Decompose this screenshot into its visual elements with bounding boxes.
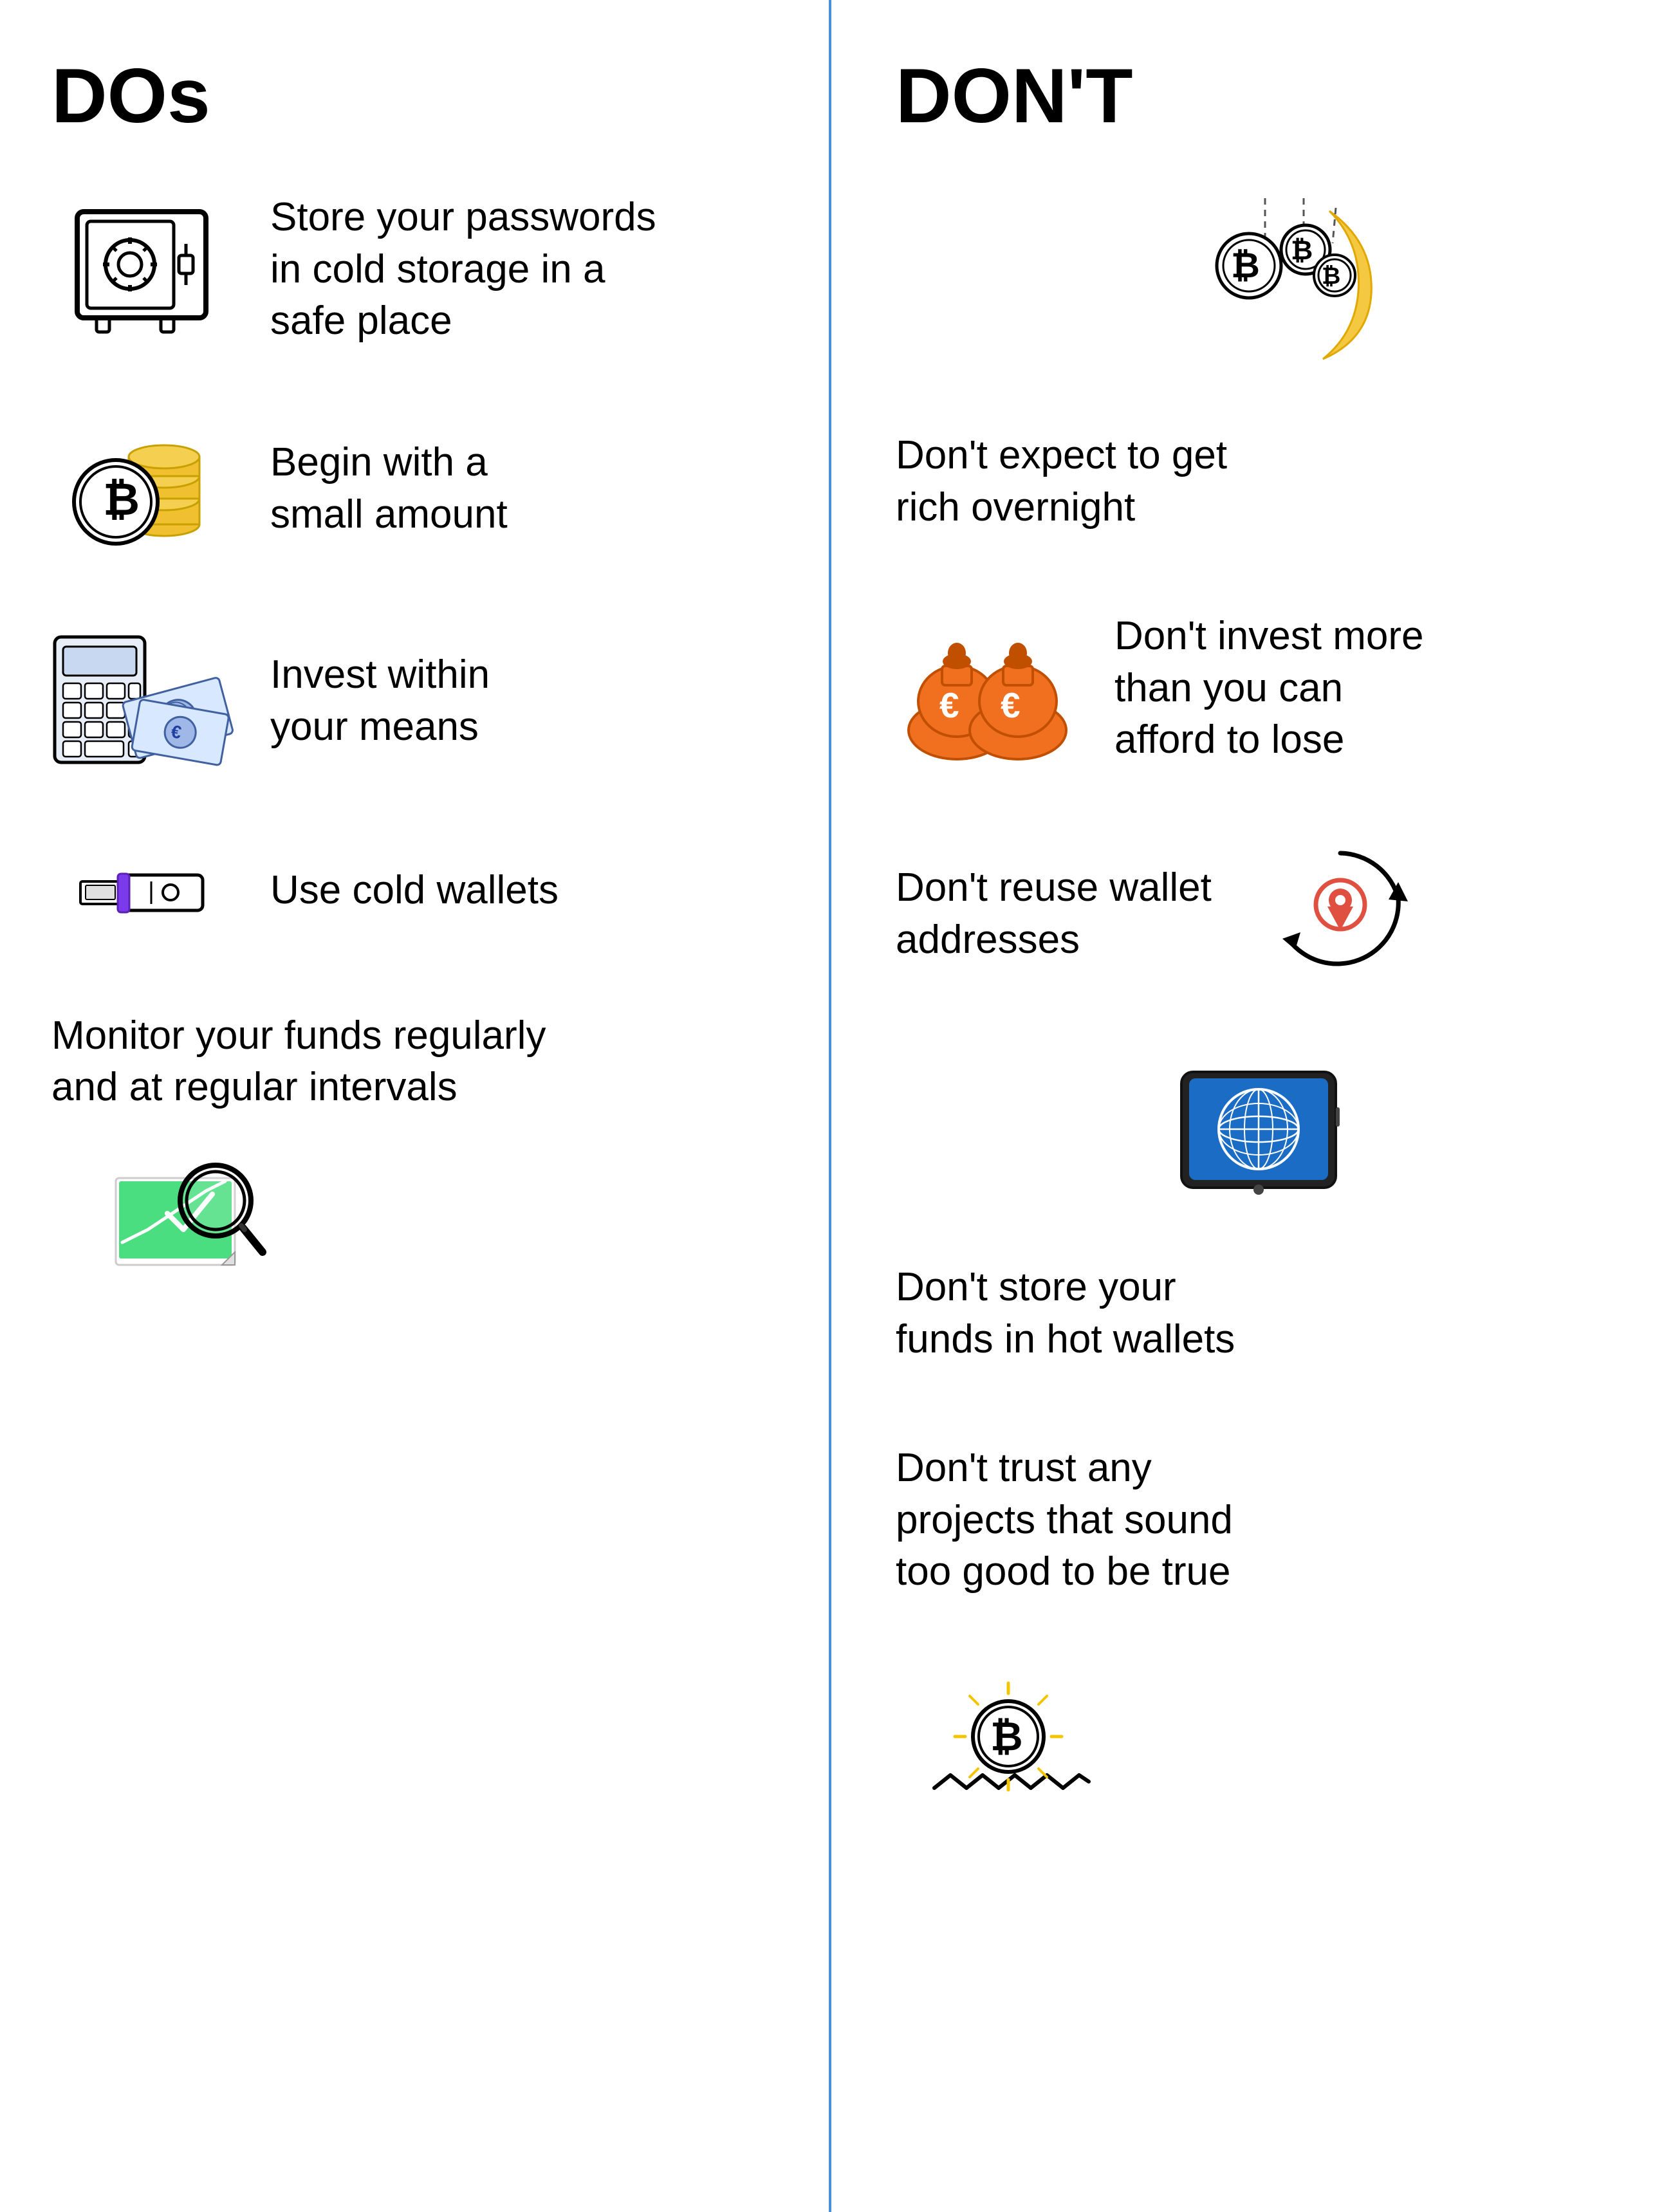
too-good-text: Don't trust any projects that sound too …: [896, 1442, 1233, 1598]
store-passwords-text: Store your passwords in cold storage in …: [270, 192, 656, 347]
invest-more-text: Don't invest more than you can afford to…: [1114, 611, 1423, 766]
safe-icon: [51, 199, 232, 340]
location-rotate-icon: [1250, 843, 1430, 985]
too-good-item: Don't trust any projects that sound too …: [896, 1442, 1622, 1817]
dos-title: DOs: [51, 51, 777, 140]
usb-icon: [51, 849, 232, 933]
cold-wallets-text: Use cold wallets: [270, 865, 559, 917]
reuse-address-text: Don't reuse wallet addresses: [896, 862, 1212, 966]
chart-magnifier-icon: [51, 1139, 777, 1281]
donts-title: DON'T: [896, 51, 1622, 140]
svg-text:₿: ₿: [990, 1715, 1023, 1759]
invest-more-item: € € Don't invest more than you can affor…: [896, 611, 1622, 766]
reuse-address-item: Don't reuse wallet addresses: [896, 843, 1622, 985]
bitcoin-coins-icon: ₿: [51, 425, 232, 553]
hot-wallets-item: Don't store your funds in hot wallets: [896, 1062, 1622, 1365]
monitor-funds-text: Monitor your funds regularly and at regu…: [51, 1010, 546, 1114]
svg-text:€: €: [939, 685, 959, 725]
svg-text:€: €: [1001, 685, 1021, 725]
svg-text:₿: ₿: [103, 474, 140, 524]
donts-column: DON'T ₿ ₿: [831, 0, 1673, 2212]
begin-small-text: Begin with a small amount: [270, 437, 508, 540]
rich-overnight-item: ₿ ₿ ₿ Don't expect to get rich overnight: [896, 192, 1622, 533]
cold-wallets-item: Use cold wallets: [51, 849, 777, 933]
money-bags-icon: € €: [896, 618, 1076, 759]
dos-column: DOs: [0, 0, 831, 2212]
svg-text:₿: ₿: [1291, 235, 1313, 265]
store-passwords-item: Store your passwords in cold storage in …: [51, 192, 777, 347]
moon-bitcoin-icon: ₿ ₿ ₿: [896, 192, 1622, 372]
hot-wallets-text: Don't store your funds in hot wallets: [896, 1262, 1235, 1365]
rich-overnight-text: Don't expect to get rich overnight: [896, 430, 1227, 533]
bitcoin-dangerous-icon: ₿: [896, 1663, 1622, 1817]
svg-text:₿: ₿: [1231, 245, 1260, 285]
calculator-bills-icon: € €: [51, 631, 232, 772]
main-container: DOs: [0, 0, 1673, 2212]
svg-text:₿: ₿: [1322, 263, 1340, 289]
monitor-funds-item: Monitor your funds regularly and at regu…: [51, 1010, 777, 1281]
invest-means-text: Invest within your means: [270, 649, 490, 753]
tablet-globe-icon: [896, 1062, 1622, 1204]
invest-means-item: € € Invest within your means: [51, 631, 777, 772]
begin-small-item: ₿ Begin with a small amount: [51, 425, 777, 553]
